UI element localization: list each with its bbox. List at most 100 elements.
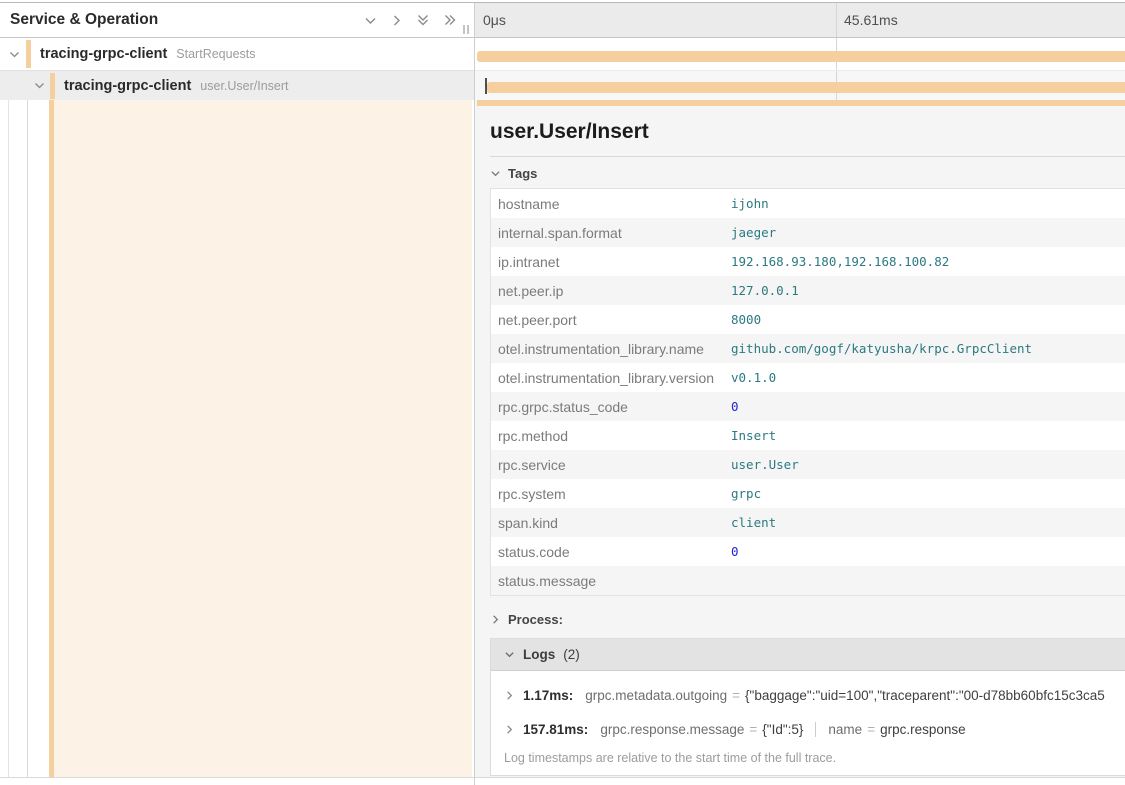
tag-value: 0 [731, 544, 739, 559]
tag-row[interactable]: rpc.methodInsert [491, 421, 1125, 450]
tag-value: Insert [731, 428, 776, 443]
logs-accordion-header[interactable]: Logs (2) [491, 639, 1125, 671]
tag-row[interactable]: rpc.serviceuser.User [491, 450, 1125, 479]
tags-table: hostnameijohn internal.span.formatjaeger… [490, 188, 1125, 596]
chevron-down-icon [504, 649, 515, 660]
tag-key: ip.intranet [491, 254, 731, 270]
tags-label: Tags [508, 166, 537, 181]
tags-accordion-header[interactable]: Tags [490, 166, 1125, 181]
operation-name: StartRequests [176, 47, 255, 61]
log-timestamp: 1.17ms: [523, 688, 573, 703]
double-chevron-right-icon[interactable] [442, 12, 458, 28]
tag-row[interactable]: internal.span.formatjaeger [491, 218, 1125, 247]
tag-key: status.code [491, 544, 731, 560]
tag-row[interactable]: rpc.systemgrpc [491, 479, 1125, 508]
tag-key: otel.instrumentation_library.version [491, 370, 731, 386]
tag-value: 192.168.93.180,192.168.100.82 [731, 254, 949, 269]
tree-guide-line [27, 100, 28, 777]
column-resize-grip[interactable] [463, 25, 469, 34]
tag-row[interactable]: net.peer.ip127.0.0.1 [491, 276, 1125, 305]
tag-key: hostname [491, 196, 731, 212]
tag-value: user.User [731, 457, 799, 472]
span-detail-title: user.User/Insert [490, 106, 1125, 156]
ruler-tick-start: 0μs [483, 3, 506, 37]
span-detail-row: user.User/Insert Tags hostnameijohn inte… [0, 100, 1125, 777]
collapse-caret-icon[interactable] [8, 48, 21, 61]
tag-row[interactable]: net.peer.port8000 [491, 305, 1125, 334]
tag-value: 127.0.0.1 [731, 283, 799, 298]
bottom-border [0, 777, 1125, 778]
panel-divider[interactable] [474, 3, 475, 785]
service-operation-title: Service & Operation [10, 11, 158, 29]
equals-sign: = [749, 722, 757, 737]
span-row-user-insert[interactable]: tracing-grpc-client user.User/Insert [0, 70, 1125, 100]
tag-key: net.peer.ip [491, 283, 731, 299]
trace-timeline-view: Service & Operation 0μs 45.61ms tracing-… [0, 0, 1125, 785]
tag-key: rpc.service [491, 457, 731, 473]
log-field-key: grpc.metadata.outgoing [585, 688, 727, 703]
tag-row[interactable]: ip.intranet192.168.93.180,192.168.100.82 [491, 247, 1125, 276]
chevron-down-icon[interactable] [363, 13, 378, 28]
service-operation-header: Service & Operation [0, 3, 474, 37]
tag-row[interactable]: status.message [491, 566, 1125, 595]
tag-key: rpc.system [491, 486, 731, 502]
tag-value: github.com/gogf/katyusha/krpc.GrpcClient [731, 341, 1032, 356]
process-label: Process: [508, 612, 563, 627]
span-detail-indent [0, 100, 474, 777]
log-field-value: {"Id":5} [762, 722, 803, 737]
collapse-caret-icon[interactable] [33, 79, 46, 92]
span-name-cell[interactable]: tracing-grpc-client StartRequests [0, 38, 474, 70]
tree-guide-line [8, 100, 9, 777]
equals-sign: = [732, 688, 740, 703]
chevron-down-icon [490, 168, 501, 179]
tag-key: span.kind [491, 515, 731, 531]
ruler-tick-mid: 45.61ms [844, 3, 898, 37]
tag-row[interactable]: status.code0 [491, 537, 1125, 566]
log-field-key: grpc.response.message [600, 722, 744, 737]
logs-count: (2) [563, 647, 580, 662]
chevron-right-icon[interactable] [389, 13, 404, 28]
log-field-key: name [828, 722, 862, 737]
log-entry[interactable]: 157.81ms: grpc.response.message = {"Id":… [491, 712, 1125, 746]
span-name-cell[interactable]: tracing-grpc-client user.User/Insert [0, 70, 474, 100]
tag-key: net.peer.port [491, 312, 731, 328]
chevron-right-icon [504, 690, 515, 701]
log-field-value: {"baggage":"uid=100","traceparent":"00-d… [745, 688, 1105, 703]
timeline-header: Service & Operation 0μs 45.61ms [0, 3, 1125, 38]
tag-key: status.message [491, 573, 731, 589]
tag-value: 8000 [731, 312, 761, 327]
tag-row[interactable]: span.kindclient [491, 508, 1125, 537]
tag-row[interactable]: otel.instrumentation_library.versionv0.1… [491, 363, 1125, 392]
log-timestamp: 157.81ms: [523, 722, 588, 737]
field-divider [815, 722, 816, 737]
tag-value: 0 [731, 399, 739, 414]
span-bar-cell[interactable] [475, 70, 1125, 100]
service-name: tracing-grpc-client [40, 46, 167, 62]
selected-span-tint [54, 100, 472, 777]
tag-row[interactable]: hostnameijohn [491, 189, 1125, 218]
detail-title-block: user.User/Insert [490, 106, 1125, 157]
tag-value: jaeger [731, 225, 776, 240]
span-detail-panel: user.User/Insert Tags hostnameijohn inte… [475, 100, 1125, 777]
tag-row[interactable]: rpc.grpc.status_code0 [491, 392, 1125, 421]
double-chevron-down-icon[interactable] [415, 12, 431, 28]
timeline-ruler: 0μs 45.61ms [475, 3, 1125, 37]
tag-value: ijohn [731, 196, 769, 211]
tag-row[interactable]: otel.instrumentation_library.namegithub.… [491, 334, 1125, 363]
tag-value: v0.1.0 [731, 370, 776, 385]
chevron-right-icon [490, 614, 501, 625]
logs-footer-note: Log timestamps are relative to the start… [491, 746, 1125, 775]
duration-bar[interactable] [477, 51, 1125, 62]
log-entry[interactable]: 1.17ms: grpc.metadata.outgoing = {"bagga… [491, 678, 1125, 712]
tag-value: client [731, 515, 776, 530]
span-bar-cell[interactable] [475, 38, 1125, 70]
tag-key: rpc.grpc.status_code [491, 399, 731, 415]
tag-key: internal.span.format [491, 225, 731, 241]
process-accordion-header[interactable]: Process: [490, 612, 1125, 627]
tree-controls [363, 3, 458, 37]
duration-bar[interactable] [487, 82, 1125, 93]
log-field-value: grpc.response [880, 722, 966, 737]
operation-name: user.User/Insert [200, 79, 288, 93]
span-row-startrequests[interactable]: tracing-grpc-client StartRequests [0, 38, 1125, 70]
ruler-gridline [836, 3, 837, 37]
